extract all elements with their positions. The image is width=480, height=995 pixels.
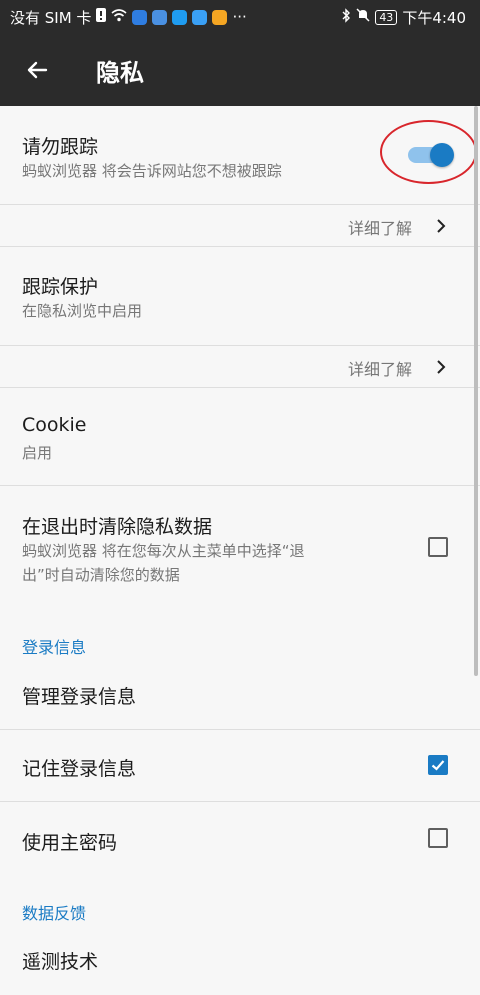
cookie-title: Cookie <box>22 414 87 436</box>
do-not-track-subtitle: 蚂蚁浏览器 将会告诉网站您不想被跟踪 <box>22 162 282 180</box>
clear-on-exit-subtitle-line2: 出”时自动清除您的数据 <box>22 566 180 584</box>
remember-logins-row[interactable]: 记住登录信息 <box>0 730 480 802</box>
bluetooth-icon <box>341 7 351 27</box>
cookie-row[interactable]: Cookie 启用 <box>0 388 480 486</box>
checkmark-icon <box>431 760 445 771</box>
clock: 下午4:40 <box>402 8 466 27</box>
battery-icon: 43 <box>375 9 398 25</box>
page-title: 隐私 <box>96 58 144 87</box>
manage-logins-row[interactable]: 管理登录信息 <box>0 660 480 730</box>
learn-more-link[interactable]: 详细了解 <box>348 356 412 380</box>
carrier-text: 没有 SIM 卡 <box>10 8 92 27</box>
scrollbar[interactable] <box>474 106 478 676</box>
notification-icon <box>96 8 107 26</box>
remember-logins-title: 记住登录信息 <box>22 758 137 780</box>
clear-on-exit-checkbox[interactable] <box>428 537 448 557</box>
data-feedback-section-header: 数据反馈 <box>22 904 87 923</box>
mute-icon <box>356 8 370 26</box>
learn-more-link[interactable]: 详细了解 <box>348 215 412 239</box>
tracking-protection-title: 跟踪保护 <box>22 276 99 298</box>
app-notification-icon <box>132 9 148 25</box>
clear-on-exit-subtitle-line1: 蚂蚁浏览器 将在您每次从主菜单中选择“退 <box>22 542 305 560</box>
master-password-checkbox[interactable] <box>428 828 448 848</box>
manage-logins-title: 管理登录信息 <box>22 686 137 708</box>
logins-section-header: 登录信息 <box>22 638 87 657</box>
weibo-app-icon <box>172 9 188 25</box>
tracking-protection-subtitle: 在隐私浏览中启用 <box>22 302 143 320</box>
video-app-icon <box>212 9 228 25</box>
clear-on-exit-title: 在退出时清除隐私数据 <box>22 516 213 538</box>
remember-logins-checkbox[interactable] <box>428 755 448 775</box>
master-password-title: 使用主密码 <box>22 832 118 854</box>
do-not-track-title: 请勿跟踪 <box>22 136 99 158</box>
annotation-circle <box>380 120 477 184</box>
more-notifications: ··· <box>232 8 247 26</box>
master-password-row[interactable]: 使用主密码 <box>0 802 480 876</box>
chevron-right-icon <box>437 360 446 374</box>
cookie-subtitle: 启用 <box>22 444 53 462</box>
clear-on-exit-row[interactable]: 在退出时清除隐私数据 蚂蚁浏览器 将在您每次从主菜单中选择“退 出”时自动清除您… <box>0 486 480 606</box>
chevron-right-icon <box>437 219 446 233</box>
top-app-bar: 隐私 <box>0 34 480 106</box>
learn-more-row-tracking[interactable]: 详细了解 <box>0 346 480 388</box>
telemetry-row[interactable]: 遥测技术 <box>0 935 480 995</box>
music-app-icon <box>152 9 168 25</box>
learn-more-row-dnt[interactable]: 详细了解 <box>0 205 480 247</box>
status-bar: 没有 SIM 卡 ··· 43 下午4:40 <box>0 0 480 34</box>
telemetry-title: 遥测技术 <box>22 951 99 973</box>
arrow-left-icon <box>27 61 48 79</box>
tracking-protection-row[interactable]: 跟踪保护 在隐私浏览中启用 <box>0 247 480 346</box>
wifi-icon <box>111 8 127 26</box>
cloud-app-icon <box>192 9 208 25</box>
back-button[interactable] <box>0 34 74 106</box>
